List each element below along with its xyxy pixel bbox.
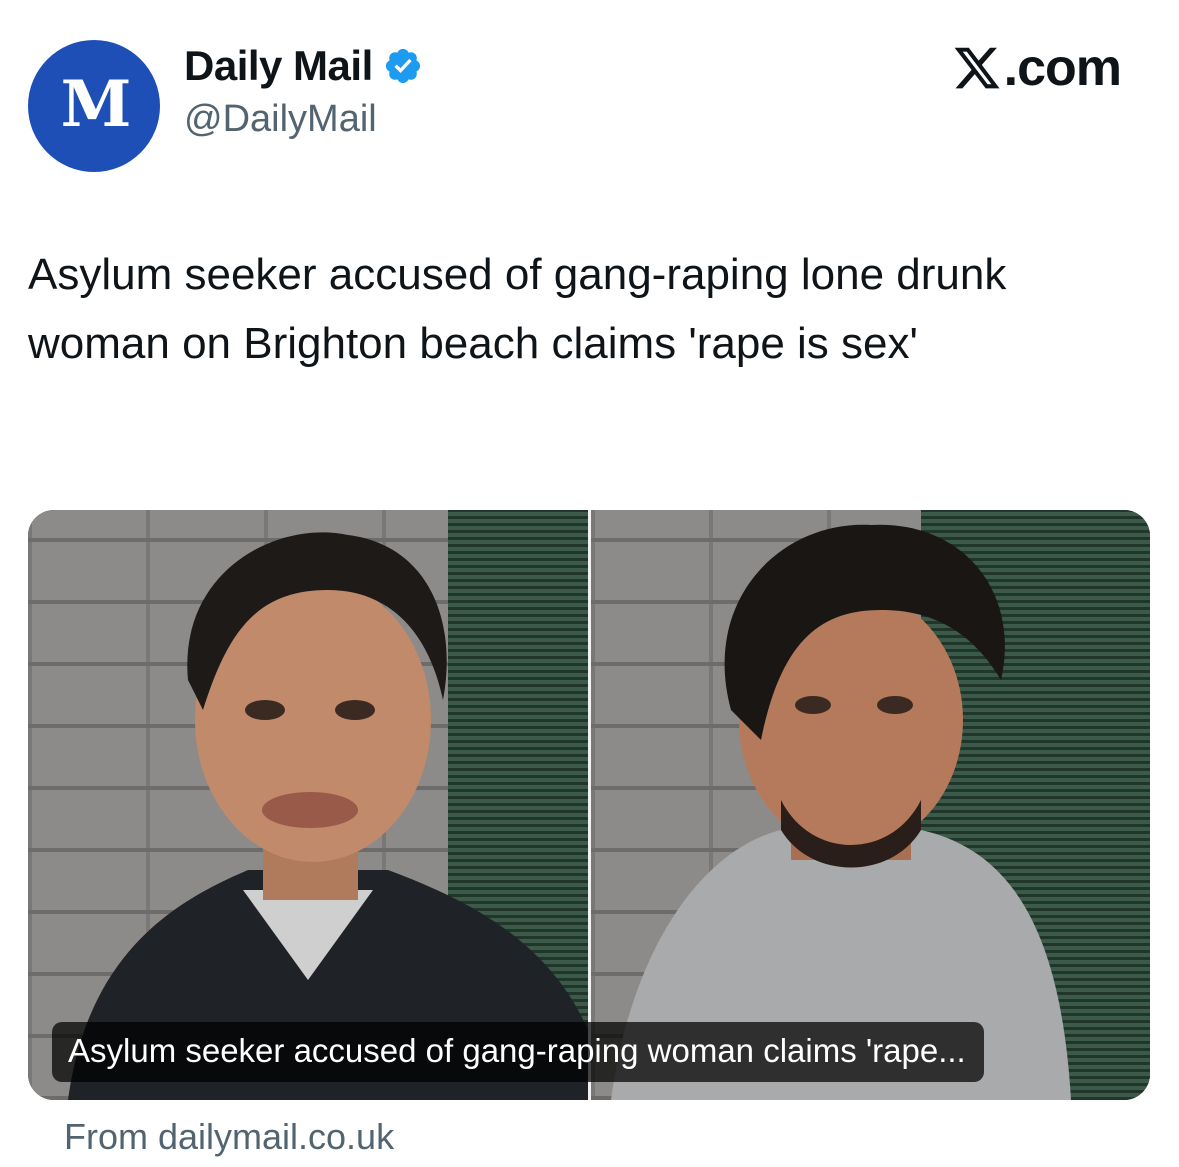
card-caption: Asylum seeker accused of gang-raping wom…: [52, 1022, 984, 1082]
photo-left: [28, 510, 588, 1100]
site-label-text: .com: [1003, 39, 1122, 97]
site-label: .com: [952, 38, 1122, 98]
display-name[interactable]: Daily Mail: [184, 42, 373, 90]
person-left-photo: [68, 532, 588, 1100]
account-avatar[interactable]: M: [28, 40, 160, 172]
person-right-photo: [611, 524, 1071, 1100]
verified-badge-icon: [385, 48, 420, 84]
account-handle[interactable]: @DailyMail: [184, 98, 377, 141]
tweet-header: M Daily Mail @DailyMail .com: [0, 0, 1179, 200]
name-row: Daily Mail: [184, 42, 423, 90]
daily-mail-logo: M: [60, 66, 132, 142]
link-card[interactable]: Asylum seeker accused of gang-raping wom…: [28, 510, 1150, 1100]
card-source[interactable]: From dailymail.co.uk: [64, 1116, 394, 1158]
x-logo-icon: [954, 47, 1000, 89]
tweet-text: Asylum seeker accused of gang-raping lon…: [28, 250, 1007, 368]
photo-right: [591, 510, 1150, 1100]
